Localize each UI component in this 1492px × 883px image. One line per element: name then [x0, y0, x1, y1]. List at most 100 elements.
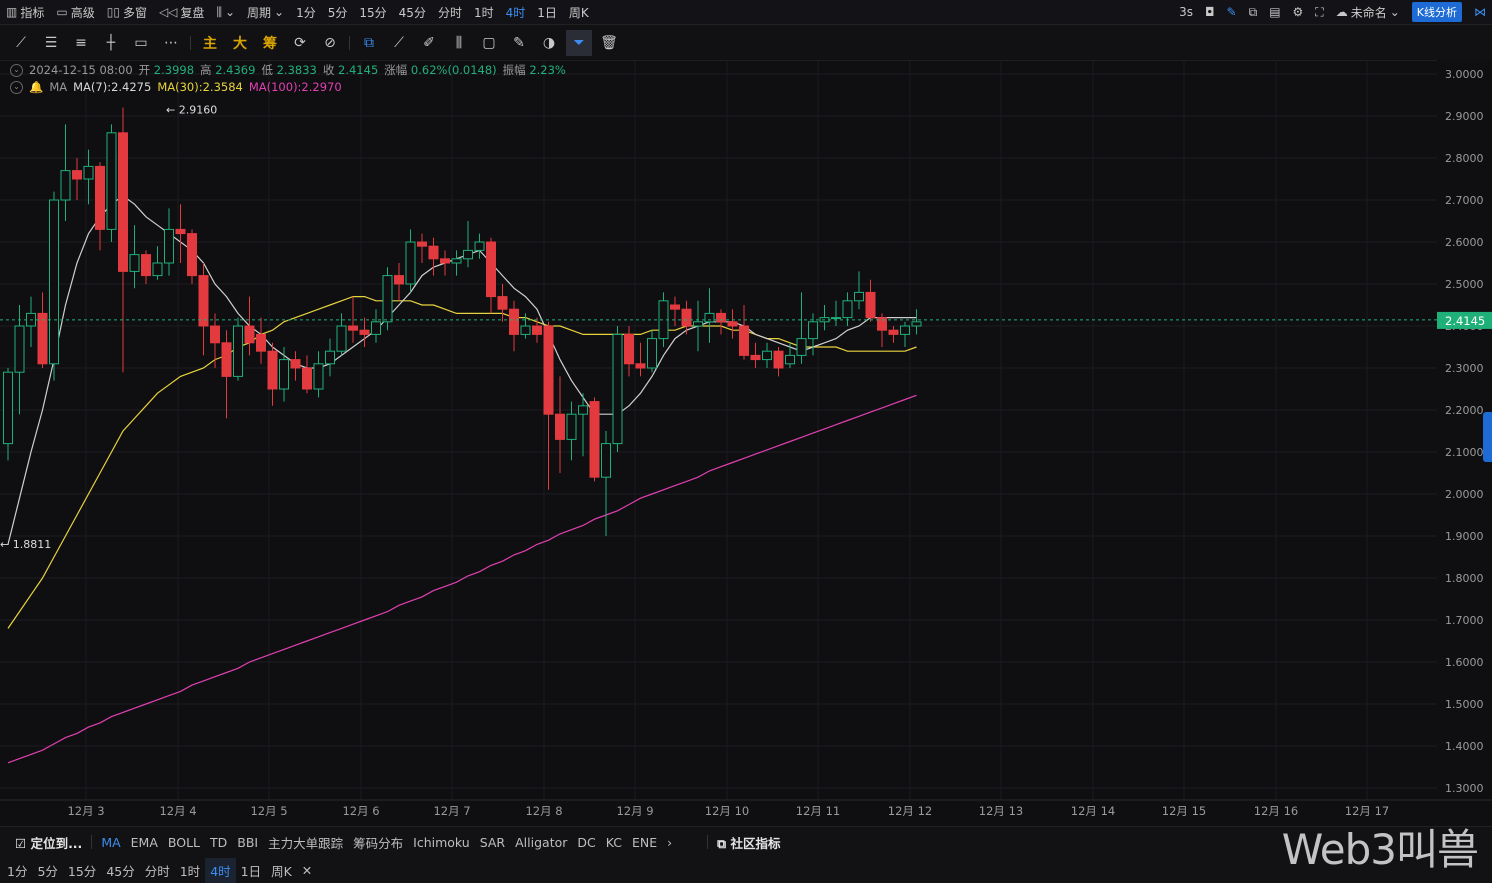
indicator-alligator[interactable]: Alligator	[510, 835, 572, 850]
date-tick-label: 12月 11	[796, 804, 840, 818]
indicator-ema[interactable]: EMA	[126, 835, 163, 850]
candle-body	[382, 275, 393, 323]
date-tick-label: 12月 3	[67, 804, 104, 818]
price-tick-label: 1.8000	[1445, 572, 1484, 585]
collapse-icon[interactable]: ⌄	[10, 63, 23, 77]
candle-body	[750, 354, 761, 361]
candle-body	[244, 325, 255, 344]
bell-icon[interactable]: 🔔	[29, 80, 43, 94]
candle-body	[175, 228, 186, 235]
price-tick-label: 2.7000	[1445, 194, 1484, 207]
bottom-interval-15m[interactable]: 15分	[63, 861, 101, 880]
candle-body	[279, 359, 289, 390]
candle-body	[762, 350, 772, 361]
candle-body	[463, 249, 473, 260]
candle-body	[394, 275, 404, 285]
price-tick-label: 1.4000	[1445, 740, 1484, 753]
price-tick-label: 3.0000	[1445, 68, 1484, 81]
candle-body	[808, 321, 818, 340]
candle-body	[727, 321, 738, 327]
bottom-interval-4h[interactable]: 4时	[205, 857, 236, 883]
bottom-interval-1m[interactable]: 1分	[2, 861, 32, 880]
price-tick-label: 1.7000	[1445, 614, 1484, 627]
change-label: 涨幅	[384, 63, 408, 77]
candle-body	[497, 296, 508, 310]
candle-body	[566, 413, 577, 440]
price-tick-label: 2.3000	[1445, 362, 1484, 375]
indicator-sar[interactable]: SAR	[475, 835, 510, 850]
candle-body	[118, 132, 128, 272]
candle-body	[624, 333, 634, 365]
bottom-interval-5m[interactable]: 5分	[32, 861, 62, 880]
indicator-ene[interactable]: ENE	[627, 835, 662, 850]
candle-body	[267, 350, 278, 390]
indicator-bbi[interactable]: BBI	[232, 835, 263, 850]
ma7-line	[7, 195, 917, 545]
bottom-interval-timeshare[interactable]: 分时	[140, 861, 175, 880]
amplitude-label: 振幅	[502, 63, 526, 77]
candle-body	[589, 401, 600, 478]
candle-body	[37, 312, 48, 365]
bottom-interval-45m[interactable]: 45分	[101, 861, 139, 880]
price-chart[interactable]: 3.00002.90002.80002.70002.60002.50002.40…	[0, 0, 1492, 826]
candle-body	[842, 300, 853, 319]
locate-button[interactable]: ☑ 定位到...	[10, 833, 87, 852]
price-tick-label: 2.5000	[1445, 278, 1484, 291]
candle-body	[187, 233, 197, 277]
candle-body	[785, 354, 795, 365]
divider	[91, 835, 93, 849]
candle-body	[773, 350, 784, 369]
candle-body	[152, 262, 163, 277]
candle-body	[601, 443, 611, 478]
divider	[707, 835, 709, 849]
candle-body	[474, 241, 485, 251]
candle-body	[371, 321, 381, 335]
candle-body	[520, 325, 531, 335]
indicator-kc[interactable]: KC	[601, 835, 627, 850]
indicator-boll[interactable]: BOLL	[163, 835, 205, 850]
price-tick-label: 1.9000	[1445, 530, 1484, 543]
ma7-value: MA(7):2.4275	[73, 80, 152, 94]
date-tick-label: 12月 4	[159, 804, 196, 818]
price-tick-label: 1.6000	[1445, 656, 1484, 669]
indicator-dc[interactable]: DC	[572, 835, 600, 850]
indicator-chip[interactable]: 筹码分布	[348, 833, 408, 852]
community-indicators-button[interactable]: ⧉ 社区指标	[712, 833, 785, 852]
interval-bar: 1分 5分 15分 45分 分时 1时 4时 1日 周K ✕	[0, 857, 1492, 883]
candle-body	[72, 170, 82, 180]
close-value: 2.4145	[338, 63, 379, 77]
price-tick-label: 2.1000	[1445, 446, 1484, 459]
price-tick-label: 2.0000	[1445, 488, 1484, 501]
candle-body	[256, 333, 266, 352]
ma-info: ⌄ 🔔 MA MA(7):2.4275 MA(30):2.3584 MA(100…	[10, 80, 342, 94]
indicator-td[interactable]: TD	[205, 835, 232, 850]
bottom-interval-1h[interactable]: 1时	[175, 861, 205, 880]
bottom-interval-1d[interactable]: 1日	[236, 861, 266, 880]
candle-body	[198, 275, 209, 327]
bottom-interval-1w[interactable]: 周K	[266, 861, 297, 880]
low-marker-label: ← 1.8811	[0, 538, 51, 551]
candle-body	[578, 405, 588, 415]
date-tick-label: 12月 6	[342, 804, 379, 818]
watermark: Web3叫兽	[1281, 825, 1479, 874]
indicator-ma[interactable]: MA	[96, 835, 125, 850]
candle-body	[302, 367, 312, 390]
indicator-main-force[interactable]: 主力大单跟踪	[263, 833, 348, 852]
candle-body	[681, 308, 692, 327]
candle-body	[831, 317, 841, 320]
price-tick-label: 2.9000	[1445, 110, 1484, 123]
candle-body	[543, 325, 554, 415]
ohlc-info: ⌄ 2024-12-15 08:00 开 2.3998 高 2.4369 低 2…	[10, 62, 566, 78]
indicator-ichimoku[interactable]: Ichimoku	[408, 835, 475, 850]
candle-body	[417, 241, 427, 247]
candle-body	[83, 165, 94, 180]
chevron-right-icon[interactable]: ›	[662, 835, 677, 850]
candle-body	[290, 359, 301, 369]
date-tick-label: 12月 15	[1162, 804, 1206, 818]
ma100-line	[7, 394, 917, 764]
candle-body	[336, 325, 347, 352]
side-panel-toggle[interactable]	[1483, 412, 1492, 462]
close-icon[interactable]: ✕	[297, 863, 317, 878]
collapse-icon[interactable]: ⌄	[10, 80, 23, 94]
candle-body	[670, 304, 680, 310]
